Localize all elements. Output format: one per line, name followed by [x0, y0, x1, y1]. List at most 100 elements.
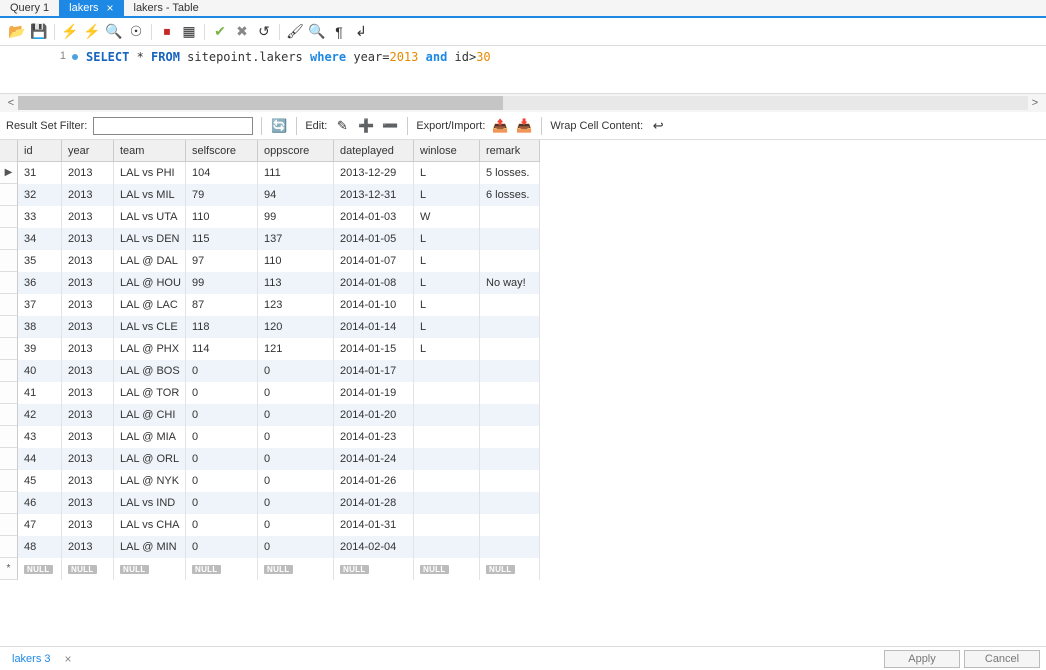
cell[interactable]: 2013	[62, 228, 114, 250]
cell[interactable]	[480, 250, 540, 272]
cell[interactable]: 0	[186, 426, 258, 448]
rowhead-new[interactable]: *	[0, 558, 18, 580]
cell[interactable]: 43	[18, 426, 62, 448]
scroll-right-icon[interactable]: >	[1030, 97, 1040, 109]
cell[interactable]	[480, 338, 540, 360]
editor-tab[interactable]: lakers×	[59, 0, 123, 16]
rowhead[interactable]	[0, 228, 18, 250]
rowhead[interactable]	[0, 426, 18, 448]
sql-editor[interactable]: 1 SELECT * FROM sitepoint.lakers where y…	[0, 46, 1046, 94]
cell[interactable]: 47	[18, 514, 62, 536]
cell[interactable]	[480, 448, 540, 470]
cell[interactable]: 0	[186, 470, 258, 492]
invisible-icon[interactable]: ¶	[330, 23, 348, 41]
cell[interactable]: 2014-01-05	[334, 228, 414, 250]
save-icon[interactable]: 💾	[30, 23, 48, 41]
cell[interactable]: 114	[186, 338, 258, 360]
cell[interactable]: 2014-01-23	[334, 426, 414, 448]
cell[interactable]: LAL vs UTA	[114, 206, 186, 228]
column-header[interactable]: selfscore	[186, 140, 258, 161]
cell[interactable]: 110	[258, 250, 334, 272]
table-row[interactable]: 482013LAL @ MIN002014-02-04	[18, 536, 540, 558]
table-row[interactable]: 412013LAL @ TOR002014-01-19	[18, 382, 540, 404]
cell[interactable]: LAL vs MIL	[114, 184, 186, 206]
cell[interactable]: 0	[186, 514, 258, 536]
rowhead[interactable]	[0, 316, 18, 338]
cell[interactable]: LAL @ ORL	[114, 448, 186, 470]
column-header[interactable]: oppscore	[258, 140, 334, 161]
gridresults-icon[interactable]: ▦	[180, 23, 198, 41]
cell[interactable]	[414, 404, 480, 426]
rowhead[interactable]: ▶	[0, 162, 18, 184]
cell[interactable]: L	[414, 316, 480, 338]
cell[interactable]	[414, 360, 480, 382]
cell[interactable]: W	[414, 206, 480, 228]
rowhead[interactable]	[0, 294, 18, 316]
cell[interactable]	[414, 492, 480, 514]
rowhead[interactable]	[0, 470, 18, 492]
cell[interactable]: No way!	[480, 272, 540, 294]
cell[interactable]: 0	[258, 448, 334, 470]
cell[interactable]	[480, 492, 540, 514]
cell[interactable]: 2013-12-31	[334, 184, 414, 206]
rowhead[interactable]	[0, 514, 18, 536]
cell[interactable]: L	[414, 162, 480, 184]
cell[interactable]: 2013	[62, 492, 114, 514]
cell[interactable]: 48	[18, 536, 62, 558]
wrap-cell-icon[interactable]: ↩	[649, 117, 667, 135]
cell-null[interactable]: NULL	[258, 558, 334, 580]
cell[interactable]: 2013	[62, 206, 114, 228]
cell[interactable]: LAL @ HOU	[114, 272, 186, 294]
column-header[interactable]: id	[18, 140, 62, 161]
rowhead[interactable]	[0, 272, 18, 294]
cell[interactable]: 46	[18, 492, 62, 514]
table-row[interactable]: 472013LAL vs CHA002014-01-31	[18, 514, 540, 536]
table-row[interactable]: 332013LAL vs UTA110992014-01-03W	[18, 206, 540, 228]
table-row[interactable]: 362013LAL @ HOU991132014-01-08LNo way!	[18, 272, 540, 294]
cell[interactable]	[480, 382, 540, 404]
cell[interactable]: L	[414, 272, 480, 294]
cell[interactable]: L	[414, 338, 480, 360]
table-row[interactable]: 312013LAL vs PHI1041112013-12-29L5 losse…	[18, 162, 540, 184]
table-row[interactable]: 352013LAL @ DAL971102014-01-07L	[18, 250, 540, 272]
cell[interactable]: 2013	[62, 360, 114, 382]
cell[interactable]: 39	[18, 338, 62, 360]
export-icon[interactable]: 📤	[491, 117, 509, 135]
cell[interactable]: 0	[258, 360, 334, 382]
edit-row-icon[interactable]: ✎	[333, 117, 351, 135]
cell[interactable]	[480, 316, 540, 338]
cell[interactable]: 31	[18, 162, 62, 184]
cell[interactable]: 2013-12-29	[334, 162, 414, 184]
delete-row-icon[interactable]: ➖	[381, 117, 399, 135]
autocommit-icon[interactable]: ↺	[255, 23, 273, 41]
cell[interactable]: 111	[258, 162, 334, 184]
cell[interactable]: LAL @ LAC	[114, 294, 186, 316]
editor-tab[interactable]: Query 1	[0, 0, 59, 16]
cell-null[interactable]: NULL	[480, 558, 540, 580]
rowhead[interactable]	[0, 382, 18, 404]
cell[interactable]: LAL @ DAL	[114, 250, 186, 272]
close-tab-icon[interactable]: ×	[106, 2, 113, 14]
table-row[interactable]: 432013LAL @ MIA002014-01-23	[18, 426, 540, 448]
column-header[interactable]: year	[62, 140, 114, 161]
rowhead[interactable]	[0, 448, 18, 470]
rowhead[interactable]	[0, 206, 18, 228]
cell[interactable]	[480, 404, 540, 426]
cell[interactable]: 2013	[62, 382, 114, 404]
scrollbar-track[interactable]	[18, 96, 1028, 110]
cell[interactable]: 79	[186, 184, 258, 206]
cell[interactable]: 2014-01-14	[334, 316, 414, 338]
cell[interactable]: 2013	[62, 250, 114, 272]
cell[interactable]	[414, 426, 480, 448]
cell[interactable]: 0	[258, 492, 334, 514]
cell[interactable]	[414, 514, 480, 536]
table-row[interactable]: 372013LAL @ LAC871232014-01-10L	[18, 294, 540, 316]
cell[interactable]: 104	[186, 162, 258, 184]
cell[interactable]: 2014-01-07	[334, 250, 414, 272]
cell[interactable]: LAL vs DEN	[114, 228, 186, 250]
editor-tab[interactable]: lakers - Table	[124, 0, 209, 16]
cell[interactable]: L	[414, 228, 480, 250]
cell[interactable]: LAL @ MIN	[114, 536, 186, 558]
cell[interactable]: LAL @ PHX	[114, 338, 186, 360]
cell[interactable]	[480, 294, 540, 316]
